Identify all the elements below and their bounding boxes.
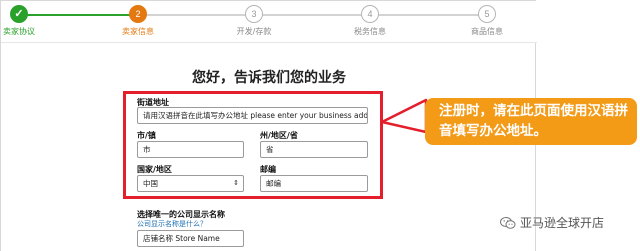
select-arrows-icon: ⇕ xyxy=(233,179,239,187)
state-label: 州/地区/省 xyxy=(260,131,298,140)
step-label: 开发/存款 xyxy=(236,27,272,36)
step-label: 税务信息 xyxy=(354,27,386,36)
watermark: 亚马逊全球开店 xyxy=(500,214,604,231)
state-input[interactable]: 省 xyxy=(260,141,368,158)
store-name-input[interactable]: 店铺名称 Store Name xyxy=(137,230,244,247)
step-billing-deposit[interactable]: 3 开发/存款 xyxy=(214,5,294,37)
stepper-track-pending xyxy=(141,14,487,16)
step-number: 5 xyxy=(478,5,496,23)
step-number: 2 xyxy=(129,5,147,23)
step-label: 商品信息 xyxy=(471,27,503,36)
city-input[interactable]: 市 xyxy=(137,141,244,158)
step-product-info[interactable]: 5 商品信息 xyxy=(447,5,527,37)
wechat-icon xyxy=(500,216,516,229)
street-address-input[interactable]: 请用汉语拼音在此填写办公地址 please enter your busines… xyxy=(137,107,368,124)
country-select[interactable]: 中国 ⇕ xyxy=(137,175,244,192)
progress-stepper: ✓ 卖家协议 2 卖家信息 3 开发/存款 4 税务信息 5 商品信息 xyxy=(1,1,537,43)
step-label: 卖家协议 xyxy=(3,27,35,36)
country-select-value: 中国 xyxy=(143,179,158,188)
page-title: 您好，告诉我们您的业务 xyxy=(192,70,346,86)
step-tax-info[interactable]: 4 税务信息 xyxy=(330,5,410,37)
step-label: 卖家信息 xyxy=(122,27,154,36)
checkmark-icon: ✓ xyxy=(10,5,28,23)
zip-label: 邮编 xyxy=(260,165,276,174)
zip-input[interactable]: 邮编 xyxy=(260,175,368,192)
watermark-text: 亚马逊全球开店 xyxy=(520,216,605,230)
step-number: 3 xyxy=(245,5,263,23)
store-name-help-link[interactable]: 公司显示名称是什么？ xyxy=(137,219,207,229)
step-seller-info[interactable]: 2 卖家信息 xyxy=(98,5,178,37)
stepper-divider xyxy=(1,42,537,43)
step-seller-agreement[interactable]: ✓ 卖家协议 xyxy=(0,5,59,37)
step-number: 4 xyxy=(361,5,379,23)
city-label: 市/镇 xyxy=(137,131,156,140)
country-label: 国家/地区 xyxy=(137,165,172,174)
annotation-callout-text: 注册时，请在此页面使用汉语拼音填写办公地址。 xyxy=(439,103,628,139)
callout-pointer xyxy=(380,98,428,134)
